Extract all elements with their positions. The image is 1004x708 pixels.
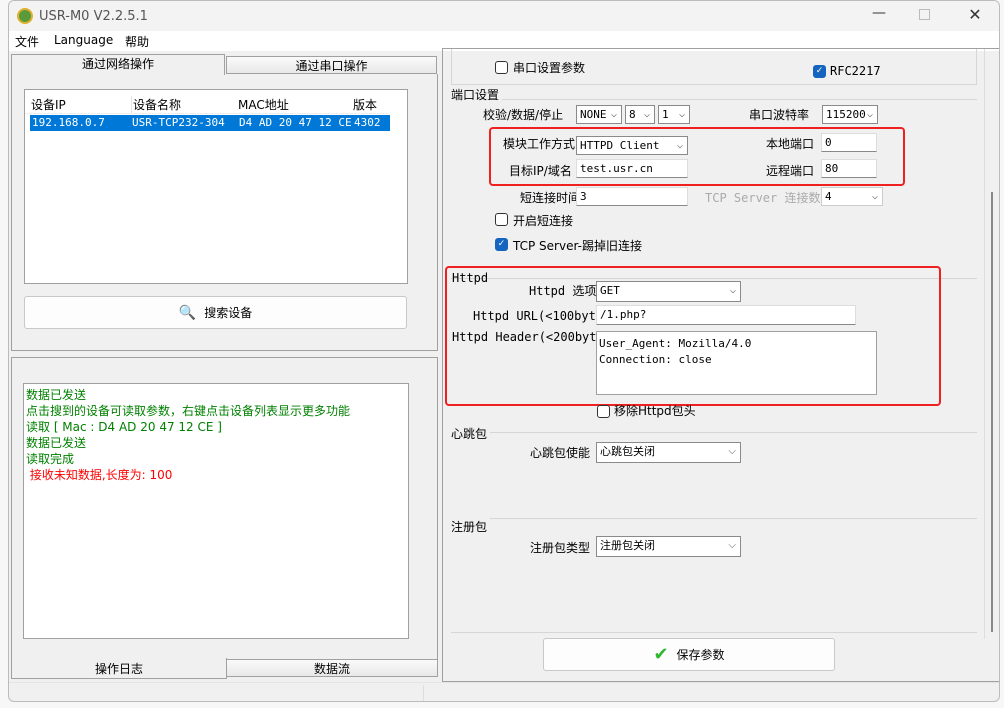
checkmark-icon: ✔ [653,644,669,665]
cell-name: USR-TCP232-304 [132,116,225,129]
operation-log[interactable]: 数据已发送 点击搜到的设备可读取参数，右键点击设备列表显示更多功能 读取 [ M… [23,383,409,639]
window-title: USR-M0 V2.2.5.1 [39,9,148,24]
search-device-button[interactable]: 🔍 搜索设备 [24,296,407,329]
table-header: 设备IP 设备名称 MAC地址 版本 [25,92,389,114]
register-label: 注册包类型 [530,541,591,555]
stopbits-select[interactable]: 1 ⌵ [658,105,690,124]
httpd-header-label: Httpd Header(<200byte) [452,330,611,344]
parity-label: 校验/数据/停止 [483,108,564,122]
port-group-title: 端口设置 [451,86,503,103]
cell-version: 4302 [354,116,381,129]
baud-label: 串口波特率 [749,108,810,122]
remove-header-checkbox[interactable] [597,405,610,418]
tab-operation-log[interactable]: 操作日志 [11,658,227,679]
heartbeat-select[interactable]: 心跳包关闭 ⌵ [596,442,741,463]
work-mode-select[interactable]: HTTPD Client ⌵ [576,136,688,155]
header-line: Connection: close [599,353,712,366]
parity-select[interactable]: NONE ⌵ [576,105,622,124]
target-host-input[interactable]: test.usr.cn [576,159,688,178]
register-select[interactable]: 注册包关闭 ⌵ [596,536,741,557]
local-port-label: 本地端口 [766,137,815,151]
short-time-label: 短连接时间 [520,191,581,205]
menu-language[interactable]: Language [54,33,113,47]
close-button[interactable]: ✕ [963,5,987,24]
log-line: 读取 [ Mac : D4 AD 20 47 12 CE ] [26,420,222,434]
maximize-button[interactable] [919,9,930,20]
baud-select[interactable]: 115200 ⌵ [822,105,878,124]
target-label: 目标IP/域名 [509,164,572,178]
httpd-url-input[interactable]: /1.php? [596,305,856,325]
rfc2217-checkbox[interactable]: ✓ [813,65,826,78]
device-table: 设备IP 设备名称 MAC地址 版本 192.168.0.7 USR-TCP23… [24,89,408,284]
databits-select[interactable]: 8 ⌵ [625,105,655,124]
title-bar: USR-M0 V2.2.5.1 — ✕ [9,1,999,31]
httpd-group-title: Httpd [452,271,489,285]
scrollbar-thumb[interactable] [991,192,993,632]
httpd-option-select[interactable]: GET ⌵ [596,281,741,302]
serial-params-label: 串口设置参数 [513,61,586,75]
log-line: 点击搜到的设备可读取参数，右键点击设备列表显示更多功能 [26,404,351,418]
short-conn-checkbox[interactable] [495,213,508,226]
kick-old-conn-label: TCP Server-踢掉旧连接 [513,239,642,253]
search-icon: 🔍 [178,304,197,321]
log-line: 数据已发送 [26,388,87,402]
short-time-input[interactable]: 3 [576,187,688,206]
col-mac[interactable]: MAC地址 [238,96,289,113]
cell-ip: 192.168.0.7 [32,116,105,129]
header-line: User_Agent: Mozilla/4.0 [599,337,752,350]
log-line: 数据已发送 [26,436,87,450]
scrollbar[interactable] [984,49,998,639]
short-conn-label: 开启短连接 [513,214,574,228]
tcp-server-conn-label: TCP Server 连接数 [705,191,821,205]
heartbeat-group-title: 心跳包 [451,425,491,442]
tab-data-stream[interactable]: 数据流 [226,659,438,677]
menu-file[interactable]: 文件 [15,33,39,50]
kick-old-conn-checkbox[interactable]: ✓ [495,238,508,251]
httpd-header-textarea[interactable]: User_Agent: Mozilla/4.0 Connection: clos… [596,331,877,395]
cell-mac: D4 AD 20 47 12 CE [239,116,352,129]
settings-panel: 串口设置参数 ✓ RFC2217 端口设置 校验/数据/停止 NONE ⌵ 8 ⌵ … [442,48,999,682]
tab-serial[interactable]: 通过串口操作 [226,56,437,74]
tab-network[interactable]: 通过网络操作 [11,54,225,75]
local-port-input[interactable]: 0 [821,133,877,152]
search-button-label: 搜索设备 [204,306,253,320]
mode-label: 模块工作方式 [503,137,576,151]
app-window: USR-M0 V2.2.5.1 — ✕ 文件 Language 帮助 通过网络操… [8,0,1000,702]
col-version[interactable]: 版本 [353,96,377,113]
col-name[interactable]: 设备名称 [131,96,181,113]
table-row[interactable]: 192.168.0.7 USR-TCP232-304 D4 AD 20 47 1… [30,115,390,131]
serial-params-checkbox[interactable] [495,61,508,74]
log-line: 读取完成 [26,452,75,466]
rfc2217-label: RFC2217 [830,64,881,78]
httpd-option-label: Httpd 选项 [529,284,597,298]
status-bar [9,682,999,701]
remove-header-label: 移除Httpd包头 [614,404,696,418]
log-line: 接收未知数据,长度为: 100 [26,468,173,482]
httpd-url-label: Httpd URL(<100byte) [473,309,611,323]
register-group-title: 注册包 [451,518,491,535]
heartbeat-label: 心跳包使能 [530,446,591,460]
save-button-label: 保存参数 [676,648,725,662]
tcp-server-conn-select[interactable]: 4 ⌵ [821,187,883,206]
col-ip[interactable]: 设备IP [31,96,66,113]
remote-port-input[interactable]: 80 [821,159,877,178]
menu-help[interactable]: 帮助 [125,33,149,50]
save-params-button[interactable]: ✔ 保存参数 [543,638,835,671]
minimize-button[interactable]: — [867,5,891,21]
remote-port-label: 远程端口 [766,164,815,178]
app-icon [17,8,33,24]
